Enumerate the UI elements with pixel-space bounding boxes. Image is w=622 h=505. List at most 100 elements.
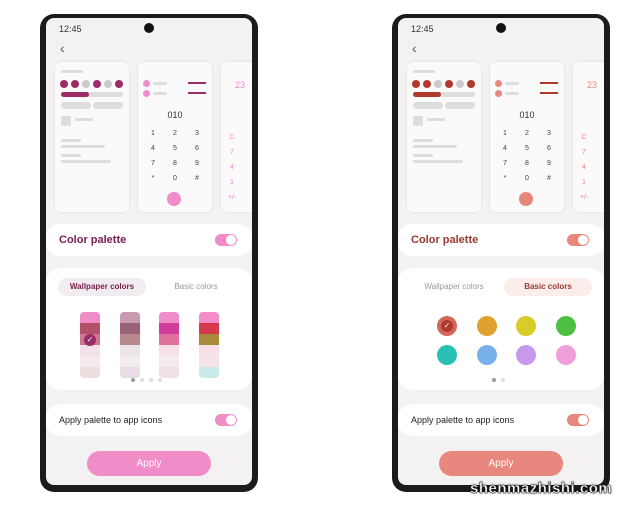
dial-key[interactable]: # <box>542 175 556 182</box>
status-time: 12:45 <box>59 24 82 34</box>
dial-key[interactable]: 8 <box>520 160 534 167</box>
tab-wallpaper-colors[interactable]: Wallpaper colors <box>410 278 498 296</box>
page-indicator-dot[interactable] <box>140 378 144 382</box>
dialer-number: 010 <box>167 110 183 120</box>
call-button[interactable] <box>519 192 533 206</box>
calc-key[interactable]: 1 <box>577 179 591 186</box>
calc-key[interactable]: C <box>225 134 239 141</box>
notif-line <box>61 160 111 163</box>
dial-key[interactable]: 5 <box>520 145 534 152</box>
tab-wallpaper-colors[interactable]: Wallpaper colors <box>58 278 146 296</box>
back-button[interactable]: ‹ <box>60 40 65 56</box>
apply-icons-row: Apply palette to app icons <box>398 404 604 436</box>
dial-key[interactable]: 0 <box>520 175 534 182</box>
dial-key[interactable]: 5 <box>168 145 182 152</box>
dial-key[interactable]: 8 <box>168 160 182 167</box>
page-indicator-dot[interactable] <box>501 378 505 382</box>
dial-key[interactable]: 1 <box>146 130 160 137</box>
page-indicator-dot[interactable] <box>492 378 496 382</box>
tab-basic-colors[interactable]: Basic colors <box>504 278 592 296</box>
contact-avatar <box>495 80 502 87</box>
dial-key[interactable]: 7 <box>146 160 160 167</box>
color-palette-toggle[interactable] <box>567 234 589 246</box>
dial-key[interactable]: 9 <box>190 160 204 167</box>
dial-key[interactable]: 1 <box>498 130 512 137</box>
apply-icons-toggle[interactable] <box>567 414 589 426</box>
phone-frame: 12:45 ‹ 010 1 2 3 4 5 6 7 8 9 * 0 #23 C 7 4 1 +/- Color pale… <box>392 14 610 492</box>
calc-key[interactable]: 1 <box>225 179 239 186</box>
swatch-stripe <box>159 345 179 356</box>
dial-key[interactable]: 9 <box>542 160 556 167</box>
dial-key[interactable]: 6 <box>190 145 204 152</box>
color-palette-toggle[interactable] <box>215 234 237 246</box>
dial-key[interactable]: 0 <box>168 175 182 182</box>
calc-key[interactable]: C <box>577 134 591 141</box>
page-indicator-dot[interactable] <box>158 378 162 382</box>
quick-toggle-icon <box>60 80 68 88</box>
dial-key[interactable]: 3 <box>542 130 556 137</box>
palette-swatch[interactable] <box>198 312 219 378</box>
color-palette-row: Color palette <box>46 224 252 256</box>
apply-button[interactable]: Apply <box>439 451 563 476</box>
calc-key[interactable]: 7 <box>577 149 591 156</box>
swatch-stripe <box>80 345 100 356</box>
calc-key[interactable]: 4 <box>577 164 591 171</box>
status-time: 12:45 <box>411 24 434 34</box>
calc-key[interactable]: 7 <box>225 149 239 156</box>
swatch-stripe <box>119 345 140 356</box>
media-line <box>75 118 93 121</box>
tab-basic-colors[interactable]: Basic colors <box>152 278 240 296</box>
toggle-knob <box>578 415 588 425</box>
quick-toggle-icon <box>93 80 101 88</box>
apply-icons-row: Apply palette to app icons <box>46 404 252 436</box>
dial-key[interactable]: 2 <box>520 130 534 137</box>
dial-key[interactable]: * <box>498 175 512 182</box>
page-indicator-dot[interactable] <box>131 378 135 382</box>
notif-line <box>61 145 105 148</box>
palette-swatch[interactable] <box>159 312 179 378</box>
color-option[interactable] <box>516 345 536 365</box>
quick-toggle-icon <box>434 80 442 88</box>
color-option[interactable] <box>476 316 497 336</box>
swatch-stripe <box>198 345 219 356</box>
calc-key[interactable]: 4 <box>225 164 239 171</box>
dial-key[interactable]: 7 <box>498 160 512 167</box>
apply-icons-toggle[interactable] <box>215 414 237 426</box>
contact-avatar <box>143 90 150 97</box>
swatch-stripe <box>80 367 100 378</box>
brightness-fill <box>413 92 441 97</box>
contact-line <box>505 92 519 95</box>
dial-key[interactable]: 2 <box>168 130 182 137</box>
color-option[interactable] <box>555 316 576 336</box>
palette-swatch[interactable] <box>119 312 140 378</box>
back-button[interactable]: ‹ <box>412 40 417 56</box>
dial-key[interactable]: 4 <box>146 145 160 152</box>
dial-key[interactable]: 4 <box>498 145 512 152</box>
notif-line <box>413 160 463 163</box>
swatch-stripe <box>119 334 140 345</box>
dial-key[interactable]: * <box>146 175 160 182</box>
color-option[interactable] <box>555 345 576 365</box>
quick-toggle-icon <box>104 80 112 88</box>
calc-key[interactable]: +/- <box>225 194 239 201</box>
dial-key[interactable]: 3 <box>190 130 204 137</box>
call-button[interactable] <box>167 192 181 206</box>
dial-key[interactable]: 6 <box>542 145 556 152</box>
apply-button[interactable]: Apply <box>87 451 211 476</box>
selected-check-icon: ✓ <box>84 334 96 346</box>
toggle-knob <box>578 235 588 245</box>
color-option[interactable] <box>476 345 497 365</box>
color-option[interactable] <box>516 316 536 336</box>
page-indicator-dot[interactable] <box>149 378 153 382</box>
calc-key[interactable]: +/- <box>577 194 591 201</box>
media-line <box>427 118 445 121</box>
watermark: shenmazhishi.com <box>470 480 613 498</box>
contact-line <box>153 92 167 95</box>
quick-toggle-icon <box>467 80 475 88</box>
dial-key[interactable]: # <box>190 175 204 182</box>
notif-line <box>61 139 81 142</box>
palette-section: Wallpaper colors Basic colors ✓ <box>398 268 604 390</box>
calc-display: 23 <box>235 80 246 90</box>
quick-toggle-icon <box>456 80 464 88</box>
color-option[interactable] <box>437 345 457 365</box>
